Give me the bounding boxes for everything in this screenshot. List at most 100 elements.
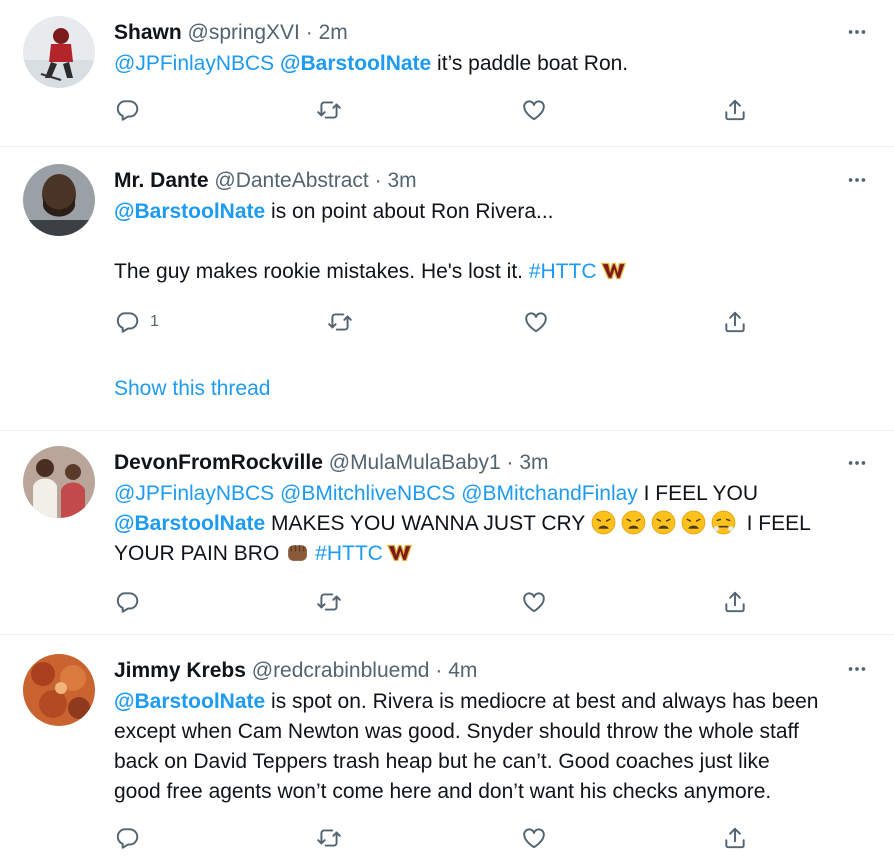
separator: ·: [435, 659, 443, 682]
like-icon: [521, 97, 547, 123]
retweet-icon: [316, 97, 342, 123]
commanders-logo-icon: [387, 543, 412, 563]
more-dots-icon[interactable]: [846, 21, 868, 43]
more-dots-icon[interactable]: [846, 658, 868, 680]
display-name[interactable]: Mr. Dante: [114, 169, 209, 192]
tweet-text-segment: it’s paddle boat Ron.: [431, 52, 629, 75]
tweet-header: Jimmy Krebs @redcrabinbluemd · 4m: [114, 658, 854, 684]
like-icon: [521, 825, 547, 851]
share-button[interactable]: [722, 307, 748, 337]
tweet-text-segment: back on David Teppers trash heap but he …: [114, 750, 770, 773]
tweet[interactable]: Jimmy Krebs @redcrabinbluemd · 4m @Barst…: [0, 636, 894, 864]
tweet-text: @BarstoolNate is on point about Ron Rive…: [114, 197, 854, 287]
retweet-button[interactable]: [316, 823, 342, 853]
tweet-text-segment: good free agents won’t come here and don…: [114, 780, 772, 803]
display-name[interactable]: Jimmy Krebs: [114, 659, 246, 682]
fist-icon: [285, 540, 310, 565]
mention[interactable]: @BarstoolNate: [280, 52, 431, 75]
share-icon: [722, 309, 748, 335]
like-button[interactable]: [523, 307, 549, 337]
share-icon: [722, 97, 748, 123]
retweet-button[interactable]: [327, 307, 353, 337]
separator: ·: [374, 169, 382, 192]
hashtag[interactable]: #HTTC: [315, 542, 383, 565]
action-bar: [114, 823, 754, 853]
reply-button[interactable]: [114, 587, 140, 617]
steam-face-icon: [711, 510, 736, 535]
tweet-text-segment: is on point about Ron Rivera...: [265, 200, 554, 223]
handle[interactable]: @MulaMulaBaby1: [329, 451, 501, 474]
separator: ·: [305, 21, 313, 44]
retweet-button[interactable]: [316, 587, 342, 617]
share-button[interactable]: [722, 95, 748, 125]
action-bar: [114, 587, 754, 617]
share-button[interactable]: [722, 587, 748, 617]
avatar[interactable]: [23, 164, 95, 236]
display-name[interactable]: Shawn: [114, 21, 182, 44]
like-button[interactable]: [521, 823, 547, 853]
reply-icon: [114, 825, 140, 851]
avatar-image: [23, 446, 95, 518]
weary-face-icon: [621, 510, 646, 535]
retweet-icon: [327, 309, 353, 335]
tweet-text: @JPFinlayNBCS @BMitchliveNBCS @BMitchand…: [114, 479, 854, 569]
weary-face-icon: [681, 510, 706, 535]
avatar[interactable]: [23, 654, 95, 726]
handle[interactable]: @DanteAbstract: [214, 169, 368, 192]
avatar[interactable]: [23, 446, 95, 518]
retweet-icon: [316, 589, 342, 615]
tweet-header: DevonFromRockville @MulaMulaBaby1 · 3m: [114, 450, 854, 476]
hashtag[interactable]: #HTTC: [529, 260, 597, 283]
tweet-header: Shawn @springXVI · 2m: [114, 20, 854, 46]
tweet-text-segment: is spot on. Rivera is mediocre at best a…: [265, 690, 819, 713]
reply-count: 1: [150, 313, 159, 330]
reply-button[interactable]: 1: [114, 307, 159, 337]
retweet-icon: [316, 825, 342, 851]
retweet-button[interactable]: [316, 95, 342, 125]
commanders-logo-icon: [601, 261, 626, 281]
mention[interactable]: @BarstoolNate: [114, 200, 265, 223]
avatar[interactable]: [23, 16, 95, 88]
mention[interactable]: @BarstoolNate: [114, 512, 265, 535]
timestamp[interactable]: 3m: [519, 451, 548, 474]
reply-button[interactable]: [114, 823, 140, 853]
tweet-text-segment: MAKES YOU WANNA JUST CRY: [265, 512, 591, 535]
avatar-image: [23, 164, 95, 236]
more-dots-icon[interactable]: [846, 169, 868, 191]
tweet[interactable]: Mr. Dante @DanteAbstract · 3m @BarstoolN…: [0, 148, 894, 431]
like-icon: [523, 309, 549, 335]
handle[interactable]: @springXVI: [188, 21, 300, 44]
timestamp[interactable]: 3m: [387, 169, 416, 192]
tweet[interactable]: Shawn @springXVI · 2m @JPFinlayNBCS @Bar…: [0, 0, 894, 147]
tweet-text: @JPFinlayNBCS @BarstoolNate it’s paddle …: [114, 49, 854, 79]
weary-face-icon: [651, 510, 676, 535]
mention[interactable]: @JPFinlayNBCS: [114, 52, 274, 75]
mention[interactable]: @BarstoolNate: [114, 690, 265, 713]
timestamp[interactable]: 4m: [448, 659, 477, 682]
share-icon: [722, 825, 748, 851]
mention[interactable]: @BMitchandFinlay: [461, 482, 638, 505]
like-button[interactable]: [521, 587, 547, 617]
more-dots-icon[interactable]: [846, 452, 868, 474]
weary-face-icon: [591, 510, 616, 535]
separator: ·: [506, 451, 514, 474]
tweet-text-segment: except when Cam Newton was good. Snyder …: [114, 720, 799, 743]
mention[interactable]: @JPFinlayNBCS: [114, 482, 274, 505]
share-button[interactable]: [722, 823, 748, 853]
action-bar: 1: [114, 307, 754, 337]
tweet[interactable]: DevonFromRockville @MulaMulaBaby1 · 3m @…: [0, 432, 894, 635]
show-thread-link[interactable]: Show this thread: [114, 377, 270, 401]
like-button[interactable]: [521, 95, 547, 125]
mention[interactable]: @BMitchliveNBCS: [280, 482, 455, 505]
avatar-image: [23, 16, 95, 88]
handle[interactable]: @redcrabinbluemd: [252, 659, 430, 682]
tweet-text: @BarstoolNate is spot on. Rivera is medi…: [114, 687, 854, 807]
share-icon: [722, 589, 748, 615]
like-icon: [521, 589, 547, 615]
reply-icon: [114, 589, 140, 615]
display-name[interactable]: DevonFromRockville: [114, 451, 323, 474]
reply-button[interactable]: [114, 95, 140, 125]
timestamp[interactable]: 2m: [319, 21, 348, 44]
tweet-text-segment: I FEEL: [740, 512, 811, 535]
tweet-text-segment: YOUR PAIN BRO: [114, 542, 286, 565]
